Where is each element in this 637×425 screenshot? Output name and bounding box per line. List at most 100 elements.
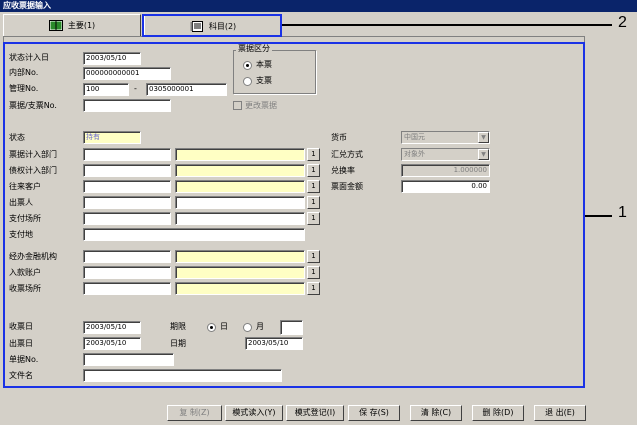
bill-no-input[interactable] xyxy=(83,99,171,112)
due-date-input[interactable]: 2003/05/10 xyxy=(245,337,303,350)
term-day-label: 日 xyxy=(220,322,228,331)
callout-line-1 xyxy=(585,215,612,217)
payment-location-input[interactable] xyxy=(83,228,305,241)
exchange-method-label: 汇兑方式 xyxy=(331,150,363,159)
deposit-account-code-input[interactable] xyxy=(83,266,171,279)
callout-number-1: 1 xyxy=(618,204,627,221)
financial-inst-label: 经办金融机构 xyxy=(9,252,57,261)
term-value-input[interactable] xyxy=(280,320,303,335)
exchange-rate-input[interactable]: 1.000000 xyxy=(401,164,490,177)
register-template-button[interactable]: 模式登记(I) xyxy=(286,405,344,421)
callout-line-2 xyxy=(282,24,612,26)
status-label: 状态 xyxy=(9,133,25,142)
issue-date-label: 出票日 xyxy=(9,339,33,348)
bill-dept-name-input[interactable] xyxy=(175,148,305,161)
doc-no-label: 单据No. xyxy=(9,355,39,364)
bill-dept-code-input[interactable] xyxy=(83,148,171,161)
issue-date-input[interactable]: 2003/05/10 xyxy=(83,337,141,350)
tab-accounts-label: 科目(2) xyxy=(208,21,237,31)
radio-dot-icon xyxy=(207,322,216,332)
drawer-lookup-button[interactable]: 1 xyxy=(307,196,320,209)
bill-type-promissory-label: 本票 xyxy=(256,60,272,69)
clear-button[interactable]: 清 除(C) xyxy=(410,405,462,421)
copy-button[interactable]: 复 制(Z) xyxy=(167,405,222,421)
bill-dept-label: 票据计入部门 xyxy=(9,150,57,159)
exchange-rate-label: 兑换率 xyxy=(331,166,355,175)
doc-no-input[interactable] xyxy=(83,353,174,366)
customer-lookup-button[interactable]: 1 xyxy=(307,180,320,193)
bill-type-check-label: 支票 xyxy=(256,76,272,85)
currency-value: 中国元 xyxy=(404,133,425,141)
radio-dot-icon xyxy=(243,60,252,70)
filename-input[interactable] xyxy=(83,369,282,382)
change-bill-label: 更改票据 xyxy=(245,101,277,110)
bill-type-check-radio[interactable]: 支票 xyxy=(243,76,272,86)
tab-main-label: 主要(1) xyxy=(67,21,96,30)
chevron-down-icon: ▼ xyxy=(478,132,489,143)
credit-dept-code-input[interactable] xyxy=(83,164,171,177)
collection-place-label: 收票场所 xyxy=(9,284,41,293)
checkbox-icon xyxy=(233,101,242,110)
exchange-method-value: 对象外 xyxy=(404,150,425,158)
payment-place-lookup-button[interactable]: 1 xyxy=(307,212,320,225)
collection-place-lookup-button[interactable]: 1 xyxy=(307,282,320,295)
payment-place-code-input[interactable] xyxy=(83,212,171,225)
term-month-radio[interactable]: 月 xyxy=(243,322,264,332)
management-no-dash: - xyxy=(134,84,137,93)
receipt-date-input[interactable]: 2003/05/10 xyxy=(83,321,141,334)
customer-name-input[interactable] xyxy=(175,180,305,193)
bill-type-promissory-radio[interactable]: 本票 xyxy=(243,60,272,70)
bill-type-group-title: 票据区分 xyxy=(236,44,272,54)
status-input[interactable]: 持有 xyxy=(83,131,141,144)
financial-inst-code-input[interactable] xyxy=(83,250,171,263)
credit-dept-lookup-button[interactable]: 1 xyxy=(307,164,320,177)
collection-place-code-input[interactable] xyxy=(83,282,171,295)
face-amount-label: 票面金额 xyxy=(331,182,363,191)
term-day-radio[interactable]: 日 xyxy=(207,322,228,332)
payment-place-label: 支付场所 xyxy=(9,214,41,223)
term-label: 期限 xyxy=(170,322,186,331)
financial-inst-name-input[interactable] xyxy=(175,250,305,263)
financial-inst-lookup-button[interactable]: 1 xyxy=(307,250,320,263)
credit-dept-label: 债权计入部门 xyxy=(9,166,57,175)
drawer-label: 出票人 xyxy=(9,198,33,207)
customer-code-input[interactable] xyxy=(83,180,171,193)
status-date-input[interactable]: 2003/05/10 xyxy=(83,52,141,65)
currency-label: 货币 xyxy=(331,133,347,142)
payment-place-name-input[interactable] xyxy=(175,212,305,225)
deposit-account-label: 入款账户 xyxy=(9,268,41,277)
face-amount-input[interactable]: 0.00 xyxy=(401,180,490,193)
collection-place-name-input[interactable] xyxy=(175,282,305,295)
deposit-account-lookup-button[interactable]: 1 xyxy=(307,266,320,279)
internal-no-input[interactable]: 000000000001 xyxy=(83,67,171,80)
management-no-input[interactable]: 0305000001 xyxy=(146,83,227,96)
credit-dept-name-input[interactable] xyxy=(175,164,305,177)
receipt-date-label: 收票日 xyxy=(9,322,33,331)
delete-button[interactable]: 删 除(D) xyxy=(472,405,524,421)
exchange-method-select[interactable]: 对象外 ▼ xyxy=(401,148,490,161)
radio-dot-icon xyxy=(243,322,252,332)
management-no-label: 管理No. xyxy=(9,84,39,93)
tab-main[interactable]: 主要(1) xyxy=(3,14,141,36)
save-button[interactable]: 保 存(S) xyxy=(348,405,400,421)
radio-dot-icon xyxy=(243,76,252,86)
drawer-name-input[interactable] xyxy=(175,196,305,209)
drawer-code-input[interactable] xyxy=(83,196,171,209)
internal-no-label: 内部No. xyxy=(9,68,39,77)
customer-label: 往来客户 xyxy=(9,182,41,191)
bill-dept-lookup-button[interactable]: 1 xyxy=(307,148,320,161)
tab-accounts[interactable]: 科目(2) xyxy=(144,15,282,36)
notebook-icon xyxy=(190,20,203,32)
term-month-label: 月 xyxy=(256,322,264,331)
change-bill-checkbox[interactable]: 更改票据 xyxy=(233,100,277,111)
payment-location-label: 支付地 xyxy=(9,230,33,239)
bottom-button-bar: 复 制(Z) 模式读入(Y) 模式登记(I) 保 存(S) 清 除(C) 删 除… xyxy=(0,403,637,425)
chevron-down-icon: ▼ xyxy=(478,149,489,160)
management-no-prefix-input[interactable]: 100 xyxy=(83,83,129,96)
currency-select[interactable]: 中国元 ▼ xyxy=(401,131,490,144)
window: 应收票据输入 主要(1) 科目(2) 状态计入日 2003/05/10 内部No… xyxy=(0,0,637,425)
load-template-button[interactable]: 模式读入(Y) xyxy=(225,405,283,421)
exit-button[interactable]: 退 出(E) xyxy=(534,405,586,421)
deposit-account-name-input[interactable] xyxy=(175,266,305,279)
book-icon xyxy=(48,20,63,31)
